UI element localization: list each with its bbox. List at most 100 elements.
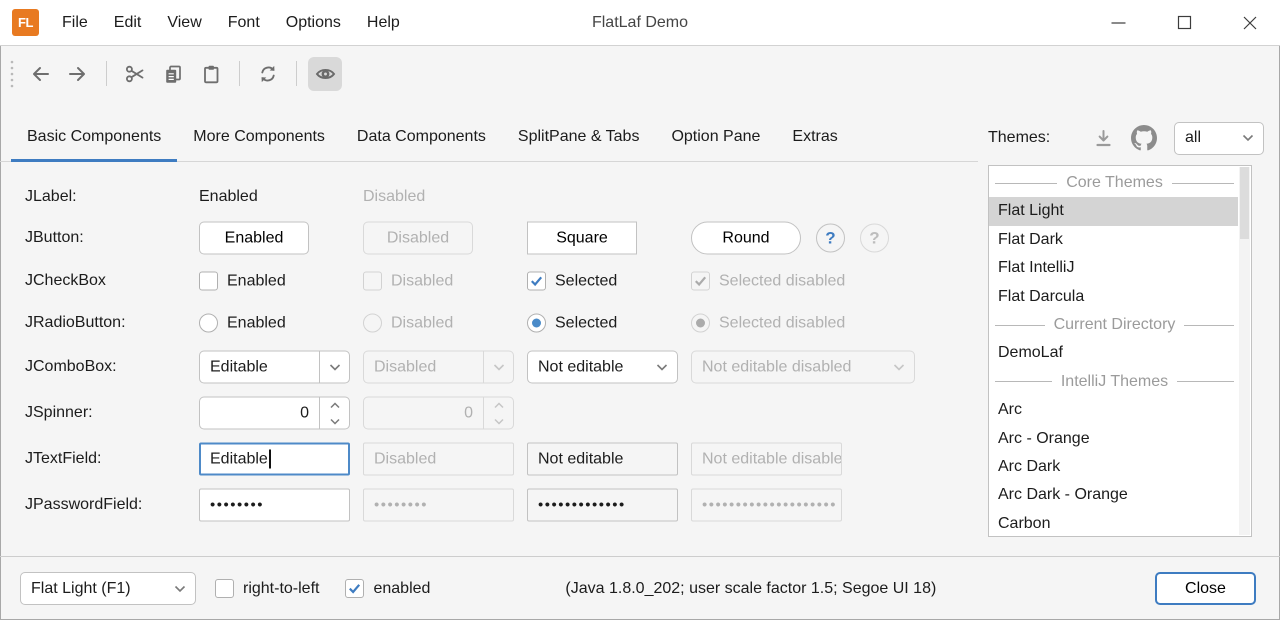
refresh-button[interactable] xyxy=(251,57,285,91)
theme-item-flat-dark[interactable]: Flat Dark xyxy=(989,226,1238,254)
github-icon[interactable] xyxy=(1131,125,1157,151)
theme-filter-combobox[interactable]: all xyxy=(1174,122,1264,155)
clipboard-icon xyxy=(201,64,221,84)
menu-file[interactable]: File xyxy=(49,0,101,45)
radio-circle-selected xyxy=(691,314,710,333)
eye-icon xyxy=(315,64,336,84)
paste-button[interactable] xyxy=(194,57,228,91)
textfield-not-editable: Not editable xyxy=(527,443,678,476)
text-caret xyxy=(269,450,271,469)
jcheckbox-row-label: JCheckBox xyxy=(25,272,106,290)
chevron-down-icon[interactable] xyxy=(165,573,195,604)
theme-item-demolaf[interactable]: DemoLaf xyxy=(989,339,1238,367)
toolbar-grip-handle[interactable] xyxy=(9,59,15,89)
theme-item-arc-dark-orange[interactable]: Arc Dark - Orange xyxy=(989,481,1238,509)
chevron-down-icon xyxy=(884,352,914,383)
checkbox-disabled: Disabled xyxy=(363,272,453,291)
menu-view[interactable]: View xyxy=(154,0,214,45)
themes-header: Themes: all xyxy=(988,116,1264,160)
radio-selected-disabled: Selected disabled xyxy=(691,314,845,333)
toolbar-separator xyxy=(106,61,107,86)
row-jcheckbox: JCheckBox Enabled Disabled Selected Sele… xyxy=(25,264,975,298)
row-jradiobutton: JRadioButton: Enabled Disabled Selected … xyxy=(25,306,975,340)
download-icon[interactable] xyxy=(1093,128,1114,148)
combobox-not-editable-disabled: Not editable disabled xyxy=(691,351,915,384)
combobox-editable[interactable]: Editable xyxy=(199,351,350,384)
checkbox-box[interactable] xyxy=(215,579,234,598)
tab-splitpane-tabs[interactable]: SplitPane & Tabs xyxy=(502,128,656,161)
row-jbutton: JButton: Enabled Disabled Square Round ?… xyxy=(25,221,975,255)
forward-button[interactable] xyxy=(61,57,95,91)
enabled-checkbox[interactable]: enabled xyxy=(345,579,430,598)
theme-item-flat-intellij[interactable]: Flat IntelliJ xyxy=(989,254,1238,282)
minimize-icon[interactable] xyxy=(1110,15,1126,31)
theme-item-arc-dark[interactable]: Arc Dark xyxy=(989,453,1238,481)
theme-item-flat-light[interactable]: Flat Light xyxy=(989,197,1238,225)
checkbox-box-checked[interactable] xyxy=(527,272,546,291)
combobox-not-editable[interactable]: Not editable xyxy=(527,351,678,384)
row-jspinner: JSpinner: 0 0 xyxy=(25,396,975,430)
maximize-icon[interactable] xyxy=(1176,15,1192,31)
radio-circle xyxy=(363,314,382,333)
close-button[interactable]: Close xyxy=(1155,572,1256,605)
right-to-left-checkbox[interactable]: right-to-left xyxy=(215,579,319,598)
copy-button[interactable] xyxy=(156,57,190,91)
square-button[interactable]: Square xyxy=(527,222,637,255)
jcombobox-row-label: JComboBox: xyxy=(25,358,117,376)
close-icon[interactable] xyxy=(1242,15,1258,31)
refresh-icon xyxy=(258,64,278,84)
tab-data-components[interactable]: Data Components xyxy=(341,128,502,161)
toolbar-separator xyxy=(239,61,240,86)
spinner-enabled[interactable]: 0 xyxy=(199,397,350,430)
cut-button[interactable] xyxy=(118,57,152,91)
combobox-disabled: Disabled xyxy=(363,351,514,384)
checkbox-box[interactable] xyxy=(199,272,218,291)
round-button[interactable]: Round xyxy=(691,222,801,255)
menu-bar: File Edit View Font Options Help xyxy=(49,0,413,45)
tab-basic-components[interactable]: Basic Components xyxy=(11,128,177,161)
title-bar: FL File Edit View Font Options Help Flat… xyxy=(0,0,1280,46)
theme-category: Core Themes xyxy=(995,169,1234,197)
chevron-down-icon[interactable] xyxy=(319,352,349,383)
menu-font[interactable]: Font xyxy=(215,0,273,45)
disabled-button: Disabled xyxy=(363,222,473,255)
jlabel-row-label: JLabel: xyxy=(25,188,77,206)
textfield-editable[interactable]: Editable xyxy=(199,443,350,476)
radio-circle-selected[interactable] xyxy=(527,314,546,333)
spinner-arrows[interactable] xyxy=(319,398,349,429)
tab-option-pane[interactable]: Option Pane xyxy=(655,128,776,161)
chevron-down-icon[interactable] xyxy=(647,352,677,383)
toolbar xyxy=(0,47,344,100)
show-hover-effects-toggle[interactable] xyxy=(308,57,342,91)
tab-more-components[interactable]: More Components xyxy=(177,128,341,161)
tab-extras[interactable]: Extras xyxy=(776,128,853,161)
theme-item-carbon[interactable]: Carbon xyxy=(989,510,1238,538)
copy-icon xyxy=(163,64,183,84)
label-disabled: Disabled xyxy=(363,188,425,206)
back-button[interactable] xyxy=(23,57,57,91)
menu-options[interactable]: Options xyxy=(273,0,354,45)
scrollbar-thumb[interactable] xyxy=(1240,167,1249,239)
passwordfield-editable[interactable]: •••••••• xyxy=(199,489,350,522)
theme-item-flat-darcula[interactable]: Flat Darcula xyxy=(989,283,1238,311)
textfield-disabled: Disabled xyxy=(363,443,514,476)
checkbox-selected[interactable]: Selected xyxy=(527,272,617,291)
spinner-arrows xyxy=(483,398,513,429)
theme-item-arc[interactable]: Arc xyxy=(989,396,1238,424)
radio-enabled[interactable]: Enabled xyxy=(199,314,286,333)
checkbox-enabled[interactable]: Enabled xyxy=(199,272,286,291)
lookandfeel-value: Flat Light (F1) xyxy=(21,580,165,598)
menu-edit[interactable]: Edit xyxy=(101,0,155,45)
radio-circle[interactable] xyxy=(199,314,218,333)
checkbox-box-checked[interactable] xyxy=(345,579,364,598)
theme-item-arc-orange[interactable]: Arc - Orange xyxy=(989,425,1238,453)
lookandfeel-combobox[interactable]: Flat Light (F1) xyxy=(20,572,196,605)
menu-help[interactable]: Help xyxy=(354,0,413,45)
enabled-button[interactable]: Enabled xyxy=(199,222,309,255)
jpasswordfield-row-label: JPasswordField: xyxy=(25,496,142,514)
radio-selected[interactable]: Selected xyxy=(527,314,617,333)
theme-category: IntelliJ Themes xyxy=(995,368,1234,396)
themes-scrollbar[interactable] xyxy=(1239,167,1250,535)
help-button[interactable]: ? xyxy=(816,224,845,253)
toolbar-separator xyxy=(296,61,297,86)
